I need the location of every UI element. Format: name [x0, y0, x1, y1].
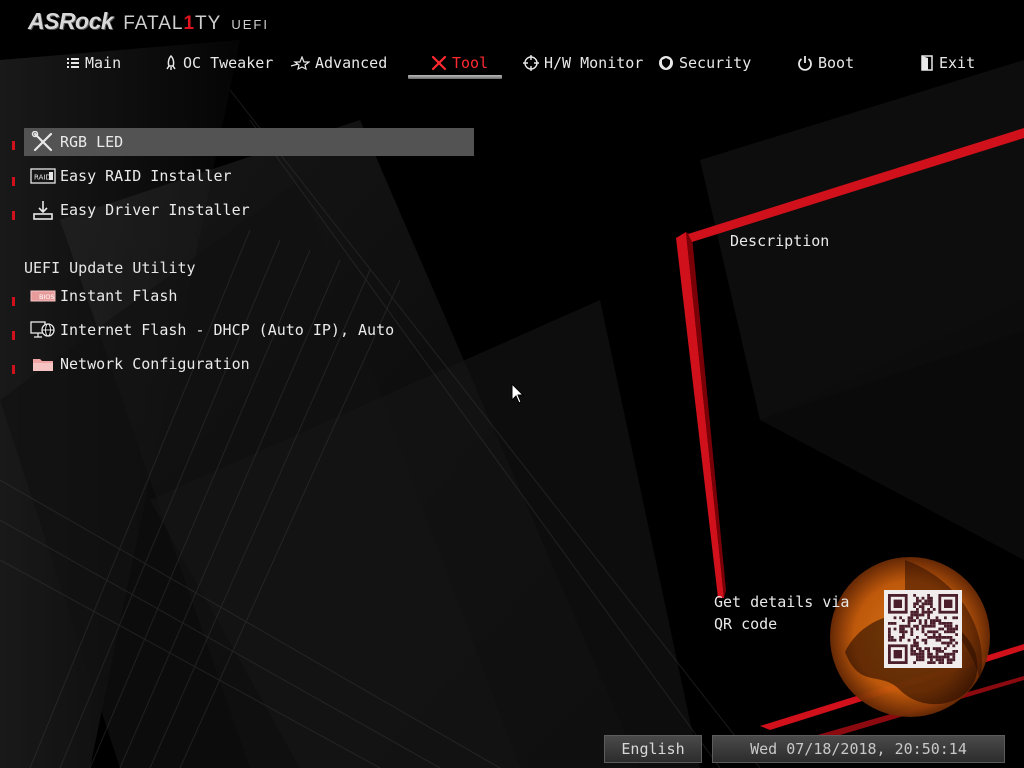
item-marker: [12, 211, 15, 220]
menu-item-internet-flash-label: Internet Flash - DHCP (Auto IP), Auto: [60, 321, 395, 339]
tab-hw-monitor-label: H/W Monitor: [544, 54, 644, 72]
tab-main[interactable]: Main: [66, 50, 121, 76]
tab-exit[interactable]: Exit: [920, 50, 975, 76]
language-button[interactable]: English: [604, 735, 702, 763]
item-marker: [12, 141, 15, 150]
qr-code-pattern: [888, 594, 958, 664]
power-icon: [798, 56, 812, 71]
active-tab-indicator: [408, 75, 502, 79]
list-icon: [67, 58, 79, 68]
wrench-screwdriver-icon: [28, 130, 58, 154]
tab-boot-label: Boot: [818, 54, 855, 72]
tab-exit-label: Exit: [939, 54, 976, 72]
crosshair-icon: [523, 55, 539, 71]
tab-hw-monitor[interactable]: H/W Monitor: [523, 50, 643, 76]
item-marker: [12, 365, 15, 374]
tab-main-label: Main: [85, 54, 122, 72]
brand-logo: ASRock FATAL1TY UEFI: [28, 8, 269, 40]
svg-text:RAID: RAID: [34, 174, 51, 182]
uefi-label: UEFI: [231, 17, 269, 32]
menu-item-network-configuration-label: Network Configuration: [60, 355, 250, 373]
tab-advanced-label: Advanced: [315, 54, 388, 72]
tab-oc-tweaker[interactable]: OC Tweaker: [164, 50, 273, 76]
menu-item-instant-flash-label: Instant Flash: [60, 287, 178, 305]
qr-code[interactable]: [884, 590, 962, 668]
shield-icon: [659, 56, 673, 70]
tab-oc-tweaker-label: OC Tweaker: [183, 54, 274, 72]
tab-tool[interactable]: Tool: [431, 50, 488, 76]
tab-security-label: Security: [679, 54, 752, 72]
tab-tool-label: Tool: [452, 54, 489, 72]
menu-item-easy-driver-installer-label: Easy Driver Installer: [60, 201, 250, 219]
svg-text:BIOS: BIOS: [39, 293, 55, 301]
section-uefi-update-utility: UEFI Update Utility: [24, 259, 196, 277]
tab-advanced[interactable]: Advanced: [290, 50, 387, 76]
raid-icon: RAID: [28, 164, 58, 188]
fatality-logo: FATAL1TY: [123, 13, 222, 34]
bios-chip-icon: BIOS: [28, 284, 58, 308]
description-title: Description: [730, 232, 830, 250]
menu-item-network-configuration[interactable]: Network Configuration: [24, 350, 474, 378]
menu-item-instant-flash[interactable]: BIOS Instant Flash: [24, 282, 474, 310]
menu-item-internet-flash[interactable]: Internet Flash - DHCP (Auto IP), Auto: [24, 316, 474, 344]
globe-monitor-icon: [28, 318, 58, 342]
menu-item-easy-raid-installer[interactable]: RAID Easy RAID Installer: [24, 162, 474, 190]
qr-caption: Get details via QR code: [714, 593, 850, 633]
item-marker: [12, 331, 15, 340]
mouse-cursor-icon: [511, 383, 525, 404]
menu-item-rgb-led-label: RGB LED: [60, 133, 124, 151]
date-time-display: Wed 07/18/2018, 20:50:14: [712, 735, 1005, 763]
menu-item-easy-raid-installer-label: Easy RAID Installer: [60, 167, 232, 185]
tab-security[interactable]: Security: [658, 50, 751, 76]
item-marker: [12, 177, 15, 186]
rocket-icon: [166, 55, 176, 70]
exit-door-icon: [921, 55, 933, 71]
folder-icon: [28, 352, 58, 376]
tab-boot[interactable]: Boot: [797, 50, 854, 76]
item-marker: [12, 297, 15, 306]
star-icon: [290, 56, 310, 70]
menu-item-easy-driver-installer[interactable]: Easy Driver Installer: [24, 196, 474, 224]
tools-icon: [431, 55, 447, 71]
asrock-logo: ASRock: [28, 8, 114, 34]
download-icon: [28, 198, 58, 222]
menu-item-rgb-led[interactable]: RGB LED: [24, 128, 474, 156]
